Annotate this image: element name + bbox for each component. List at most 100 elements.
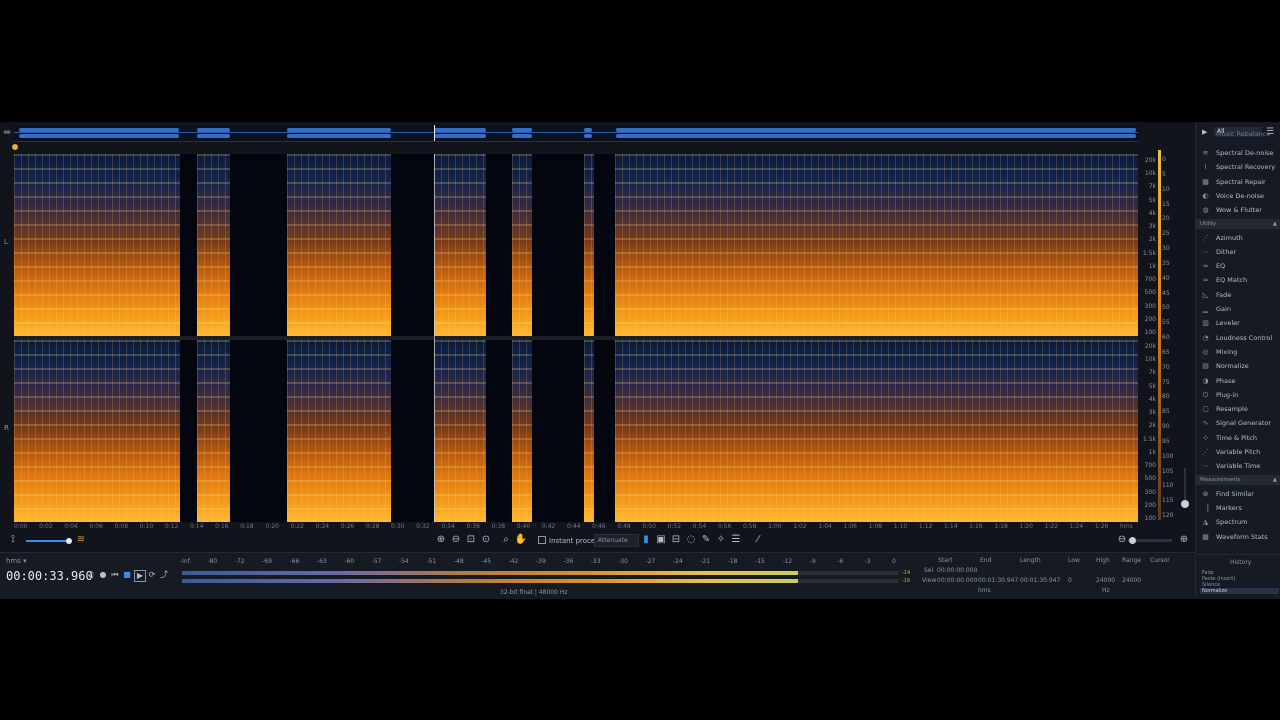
rewind-button[interactable]: ⏮ — [110, 570, 120, 580]
view-length-value[interactable]: 00:01:30.947 — [1020, 577, 1060, 584]
spectrogram-settings-icon[interactable]: ≋ — [74, 533, 88, 547]
zoom-in-icon[interactable]: ⊕ — [434, 533, 448, 547]
sel-start-value[interactable]: 00:00:00.000 — [937, 567, 977, 574]
module-normalize[interactable]: ▤ Normalize — [1196, 359, 1280, 373]
view-end-value[interactable]: 00:01:30.947 — [978, 577, 1018, 584]
module-leveler[interactable]: ▥ Leveler — [1196, 316, 1280, 330]
module-phase[interactable]: ◑ Phase — [1196, 374, 1280, 388]
view-high-value[interactable]: 24000 — [1096, 577, 1115, 584]
time-tick-label: 0:20 — [265, 523, 279, 530]
instant-process-checkbox[interactable] — [538, 536, 546, 544]
horizontal-zoom-knob[interactable] — [1129, 537, 1136, 544]
module-variable-pitch[interactable]: ⋰ Variable Pitch — [1196, 445, 1280, 459]
module-partial-top[interactable]: Music Rebalance — [1196, 130, 1280, 138]
hand-icon[interactable]: ✋ — [514, 533, 528, 547]
loop-button[interactable]: ⟳ — [147, 570, 157, 580]
module-spectral-recovery[interactable]: ⌇ Spectral Recovery — [1196, 160, 1280, 174]
module-spectrum[interactable]: ◮ Spectrum — [1196, 515, 1280, 529]
view-start-value[interactable]: 00:00:00.000 — [937, 577, 977, 584]
module-resample[interactable]: ▢ Resample — [1196, 402, 1280, 416]
module-plug-in[interactable]: ⏻ Plug-in — [1196, 388, 1280, 402]
time-ruler[interactable]: 0:00 0:02 0:04 0:06 0:08 0:10 0:12 0:14 0:16 0:18… — [14, 522, 1138, 532]
channel-left[interactable] — [14, 154, 1138, 336]
waveform-spectrogram-blend-slider[interactable] — [26, 538, 72, 544]
overview-collapse-icon[interactable]: ⇹ — [0, 125, 14, 141]
module-azimuth[interactable]: ⋰ Azimuth — [1196, 231, 1280, 245]
audio-region — [197, 340, 230, 522]
audio-region — [584, 340, 594, 522]
module-mixing[interactable]: ◎ Mixing — [1196, 345, 1280, 359]
loudness-control-icon: ◔ — [1202, 333, 1209, 342]
zoom-out-icon[interactable]: ⊖ — [449, 533, 463, 547]
header-low: Low — [1068, 557, 1080, 564]
module-label: Spectrum — [1216, 518, 1248, 527]
time-selection-icon[interactable]: ▮ — [639, 533, 653, 547]
waveform-spectrogram-toggle-icon[interactable]: ⟟ — [6, 533, 20, 547]
rectangle-selection-icon[interactable]: ▣ — [654, 533, 668, 547]
view-low-value[interactable]: 0 — [1068, 577, 1072, 584]
play-selection-button[interactable]: ⤴ — [159, 570, 169, 580]
history-item-selected[interactable]: Normalize — [1200, 588, 1279, 594]
module-spectral-de-noise[interactable]: ≋ Spectral De-noise — [1196, 146, 1280, 160]
time-display[interactable]: 00:00:33.960 — [6, 569, 93, 583]
module-waveform-stats[interactable]: ▦ Waveform Stats — [1196, 530, 1280, 544]
stop-button[interactable]: ■ — [122, 570, 132, 580]
waveform-overview[interactable] — [14, 125, 1138, 142]
freq-unit-label[interactable]: Hz — [1102, 587, 1110, 594]
instant-process-mode-select[interactable]: Attenuate — [594, 534, 639, 547]
record-button[interactable]: ● — [98, 570, 108, 580]
play-button[interactable]: ▶ — [134, 570, 146, 582]
vertical-zoom-slider[interactable] — [1180, 462, 1190, 522]
freq-tick-label: 1.5k — [1142, 249, 1156, 257]
magic-wand-icon[interactable]: ✧ — [714, 533, 728, 547]
meter-scale-label: -51 — [426, 558, 437, 565]
time-unit-label[interactable]: hms — [978, 587, 991, 594]
spectrogram-display[interactable] — [14, 154, 1138, 522]
time-tick-label: 0:48 — [617, 523, 631, 530]
horizontal-zoom-out-icon[interactable]: ⊖ — [1115, 533, 1129, 547]
module-dither[interactable]: ⋯ Dither — [1196, 245, 1280, 259]
brush-icon[interactable]: ✎ — [699, 533, 713, 547]
overview-blob — [584, 134, 592, 138]
magnify-icon[interactable]: ⌕ — [499, 533, 513, 547]
lasso-icon[interactable]: ◌ — [684, 533, 698, 547]
channel-right[interactable] — [14, 340, 1138, 522]
module-loudness-control[interactable]: ◔ Loudness Control — [1196, 331, 1280, 345]
module-signal-generator[interactable]: ∿ Signal Generator — [1196, 416, 1280, 430]
horizontal-zoom-in-icon[interactable]: ⊕ — [1177, 533, 1191, 547]
module-fade[interactable]: ◺ Fade — [1196, 288, 1280, 302]
frequency-selection-icon[interactable]: ⊟ — [669, 533, 683, 547]
module-wow-flutter[interactable]: ◍ Wow & Flutter — [1196, 203, 1280, 217]
harmonic-selection-icon[interactable]: ☰ — [729, 533, 743, 547]
module-group-utility[interactable]: Utility ▲ — [1196, 218, 1280, 229]
overview-blob — [434, 128, 486, 132]
fade-tool-icon[interactable]: ⁄ — [751, 533, 765, 547]
vertical-zoom-knob[interactable] — [1181, 500, 1189, 508]
zoom-selection-icon[interactable]: ⊡ — [464, 533, 478, 547]
module-time-pitch[interactable]: ⊹ Time & Pitch — [1196, 431, 1280, 445]
module-group-measurements[interactable]: Measurements ▲ — [1196, 474, 1280, 485]
module-eq-match[interactable]: ≈ EQ Match — [1196, 273, 1280, 287]
start-marker[interactable] — [12, 144, 18, 150]
module-spectral-repair[interactable]: ▦ Spectral Repair — [1196, 175, 1280, 189]
module-eq[interactable]: ≈ EQ — [1196, 259, 1280, 273]
blend-slider-knob[interactable] — [66, 538, 72, 544]
db-tick-label: 40 — [1162, 274, 1170, 282]
zoom-tool-icon[interactable]: ⊙ — [479, 533, 493, 547]
monitor-headphones-icon[interactable]: ♫ — [86, 570, 96, 580]
module-markers[interactable]: ▕ Markers — [1196, 501, 1280, 515]
collapse-caret-icon[interactable]: ▲ — [1273, 475, 1277, 485]
horizontal-zoom-slider[interactable] — [1128, 537, 1172, 544]
level-meter-left — [182, 571, 898, 575]
collapse-caret-icon[interactable]: ▲ — [1273, 219, 1277, 229]
module-voice-de-noise[interactable]: ◐ Voice De-noise — [1196, 189, 1280, 203]
instant-process-toggle[interactable]: Instant process — [538, 536, 603, 545]
db-tick-label: 10 — [1162, 185, 1170, 193]
view-range-value[interactable]: 24000 — [1122, 577, 1141, 584]
module-gain[interactable]: ▁ Gain — [1196, 302, 1280, 316]
module-find-similar[interactable]: ⊗ Find Similar — [1196, 487, 1280, 501]
overview-blob — [197, 128, 230, 132]
file-name[interactable]: hms ▾ — [6, 557, 27, 565]
playhead[interactable] — [434, 154, 435, 522]
module-variable-time[interactable]: ⋯ Variable Time — [1196, 459, 1280, 473]
